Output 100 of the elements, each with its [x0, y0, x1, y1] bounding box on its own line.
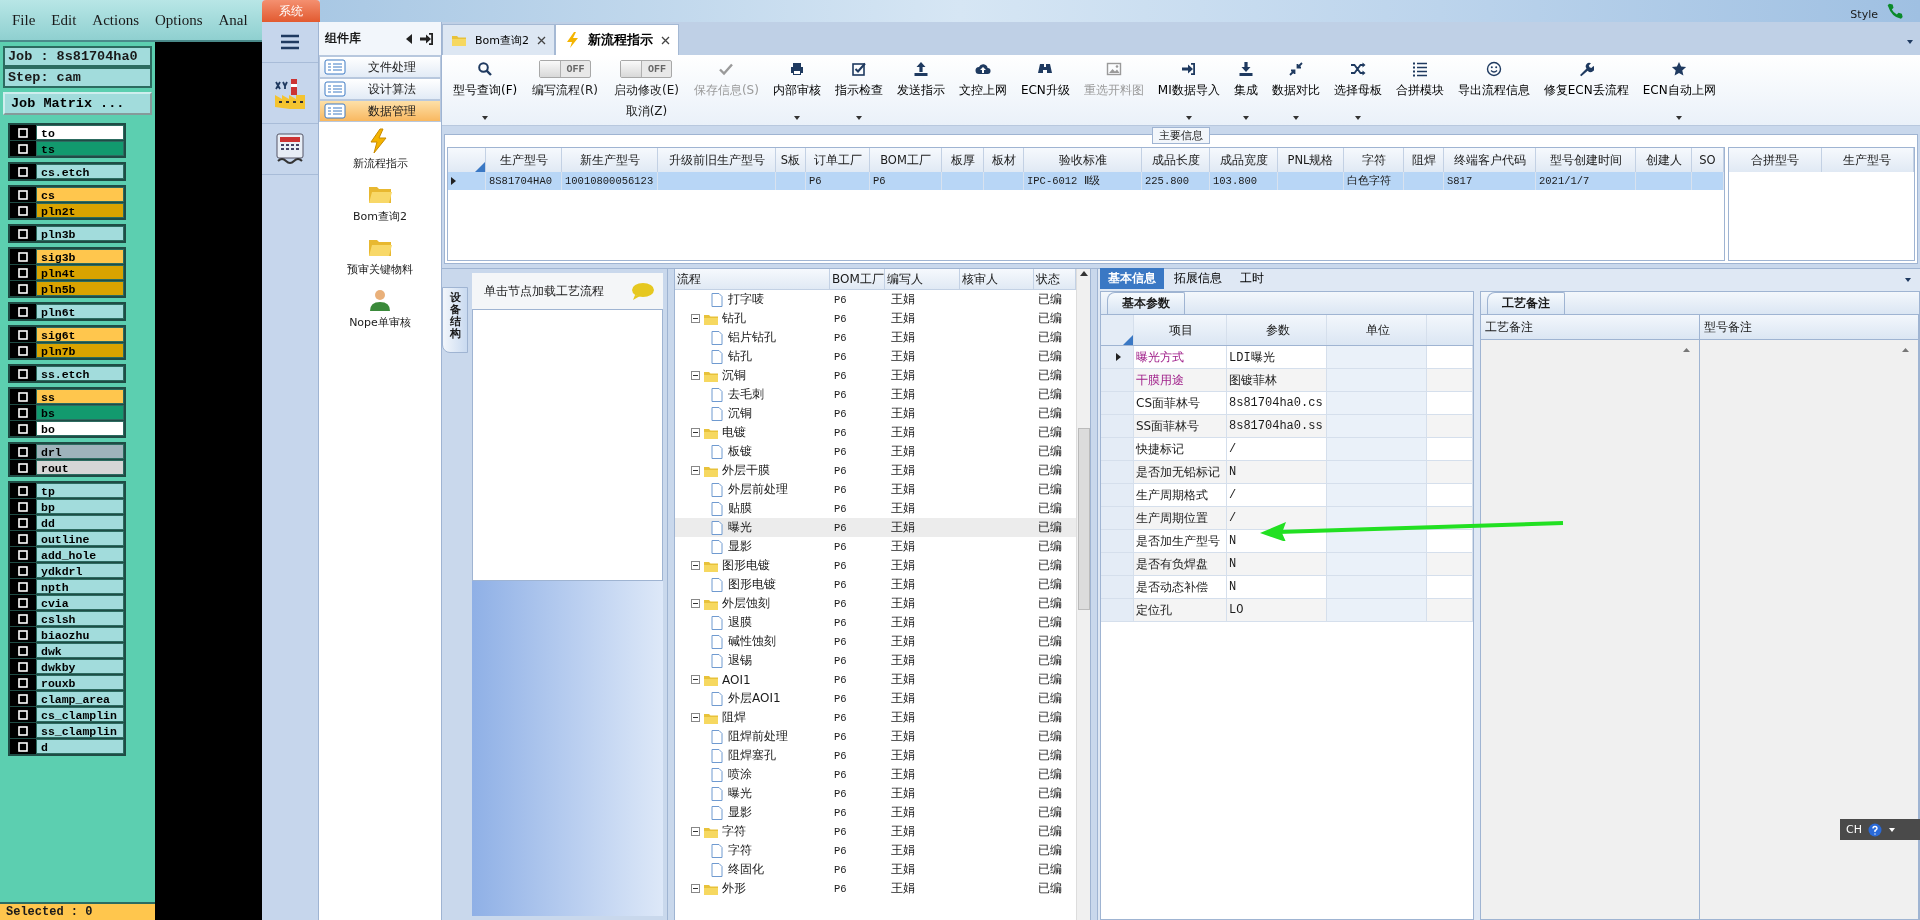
menu-item[interactable]: Actions	[92, 11, 139, 29]
tree-node[interactable]: 退膜	[728, 614, 752, 631]
column-header[interactable]: 工艺备注	[1485, 318, 1533, 336]
layer-item[interactable]: dwkby	[36, 659, 124, 674]
tree-node[interactable]: 铝片钻孔	[728, 329, 776, 346]
column-header[interactable]: 板厚	[950, 152, 975, 168]
table-row[interactable]: 曝光方式 LDI曝光	[1101, 346, 1473, 369]
category-item[interactable]: 设计算法	[319, 78, 441, 100]
table-row[interactable]: 8S81704HA0 10010800056123 P6 P6 IPC-6012 Ⅱ级 225.800 103.800 白色字符 S817 2021/1/7	[448, 172, 1724, 190]
tree-node[interactable]: 电镀	[722, 424, 746, 441]
column-header[interactable]: 订单工厂	[813, 152, 862, 168]
column-header[interactable]: 项目	[1169, 321, 1193, 339]
column-header[interactable]: BOM工厂	[832, 270, 884, 288]
column-header[interactable]: 创建人	[1645, 152, 1682, 168]
tree-node[interactable]: 去毛刺	[728, 386, 764, 403]
module-item[interactable]: 预审关键物料	[347, 234, 413, 277]
tree-node[interactable]: 显影	[728, 538, 752, 555]
layer-item[interactable]: to	[36, 125, 124, 140]
tree-node[interactable]: 阻焊塞孔	[728, 747, 776, 764]
table-row[interactable]: 生产周期位置 /	[1101, 507, 1473, 530]
layer-item[interactable]: pln7b	[36, 343, 124, 358]
toggle-switch[interactable]: OFF	[539, 60, 592, 78]
toolbar-button[interactable]: 指示检查	[827, 55, 890, 125]
tree-node[interactable]: 外层AOI1	[728, 690, 781, 707]
table-row[interactable]: 生产周期格式 /	[1101, 484, 1473, 507]
toolbar-button[interactable]: 型号查询(F)	[446, 55, 525, 125]
column-header[interactable]: 合拼型号	[1750, 152, 1799, 168]
table-row[interactable]: 是否加无铅标记 N	[1101, 461, 1473, 484]
layer-item[interactable]: sig6t	[36, 327, 124, 342]
menu-item[interactable]: File	[12, 11, 36, 29]
toolbar-button[interactable]: ECN自动上网	[1635, 55, 1723, 125]
layer-item[interactable]: add_hole	[36, 547, 124, 562]
tree-node[interactable]: 碱性蚀刻	[728, 633, 776, 650]
column-header[interactable]: S板	[780, 152, 801, 168]
category-item[interactable]: 数据管理	[319, 100, 441, 122]
layer-item[interactable]: npth	[36, 579, 124, 594]
module-item[interactable]: Nope单审核	[349, 287, 411, 330]
tree-node[interactable]: 显影	[728, 804, 752, 821]
toolbar-button[interactable]: 修复ECN丢流程	[1536, 55, 1636, 125]
column-header[interactable]: 流程	[677, 270, 701, 288]
panel-tab[interactable]: 基本参数	[1107, 292, 1185, 314]
layer-item[interactable]: dwk	[36, 643, 124, 658]
category-item[interactable]: 文件处理	[319, 56, 441, 78]
table-row[interactable]: 定位孔 LO	[1101, 599, 1473, 622]
toolbar-button[interactable]: 发送指示	[889, 55, 952, 125]
selected-row[interactable]: 曝光 P6 王娟 已编	[675, 518, 1076, 537]
table-row[interactable]: SS面菲林号 8s81704ha0.ss	[1101, 415, 1473, 438]
column-header[interactable]: 升级前旧生产型号	[668, 152, 765, 168]
menu-item[interactable]: Anal	[218, 11, 248, 29]
tree-node[interactable]: 喷涂	[728, 766, 752, 783]
toolbar-button[interactable]: 合拼模块	[1388, 55, 1451, 125]
table-row[interactable]: CS面菲林号 8s81704ha0.cs	[1101, 392, 1473, 415]
column-header[interactable]: 阻焊	[1411, 152, 1436, 168]
vertical-tab[interactable]: 设备结构	[442, 287, 468, 353]
layer-item[interactable]: cvia	[36, 595, 124, 610]
layer-item[interactable]: clamp_area	[36, 691, 124, 706]
layer-item[interactable]: bo	[36, 421, 124, 436]
tree-node[interactable]: 沉铜	[728, 405, 752, 422]
detail-tab[interactable]: 拓展信息	[1166, 268, 1230, 289]
input-method-bar[interactable]: CH	[1840, 819, 1920, 840]
column-header[interactable]: 生产型号	[499, 152, 548, 168]
row-header[interactable]	[1101, 346, 1134, 368]
tree-node[interactable]: 图形电镀	[728, 576, 776, 593]
column-header[interactable]: 参数	[1265, 321, 1290, 339]
tree-node[interactable]: 贴膜	[728, 500, 752, 517]
toolbar-button[interactable]: 选择母板	[1326, 55, 1389, 125]
toolbar-button[interactable]: 集成	[1226, 55, 1265, 125]
layer-item[interactable]: bp	[36, 499, 124, 514]
tree-node[interactable]: 曝光	[728, 785, 752, 802]
layer-item[interactable]: ss	[36, 389, 124, 404]
column-header[interactable]: 新生产型号	[579, 152, 640, 168]
tree-node[interactable]: 阻焊	[722, 709, 746, 726]
layer-item[interactable]: sig3b	[36, 249, 124, 264]
column-header[interactable]: 板材	[991, 152, 1016, 168]
tree-node[interactable]: AOI1	[722, 672, 751, 687]
tree-node[interactable]: 外形	[722, 880, 746, 897]
layer-item[interactable]: cslsh	[36, 611, 124, 626]
document-tab[interactable]: Bom查询2	[442, 24, 555, 55]
tree-node[interactable]: 退锡	[728, 652, 752, 669]
tree-node[interactable]: 外层蚀刻	[722, 595, 770, 612]
layer-item[interactable]: ss.etch	[36, 366, 124, 381]
layer-item[interactable]: rouxb	[36, 675, 124, 690]
table-row[interactable]: 快捷标记 /	[1101, 438, 1473, 461]
detail-tab[interactable]: 基本信息	[1100, 268, 1164, 289]
column-header[interactable]: 型号备注	[1704, 318, 1752, 336]
column-header[interactable]: 生产型号	[1843, 152, 1892, 168]
column-header[interactable]: 核审人	[962, 270, 998, 288]
panel-tab[interactable]: 工艺备注	[1487, 292, 1565, 314]
tree-node[interactable]: 外层前处理	[728, 481, 788, 498]
layer-item[interactable]: outline	[36, 531, 124, 546]
toolbar-button[interactable]: 文控上网	[951, 55, 1014, 125]
layer-item[interactable]: ts	[36, 141, 124, 156]
tree-node[interactable]: 打字唛	[728, 291, 764, 308]
layer-item[interactable]: pln3b	[36, 226, 124, 241]
toolbar-button[interactable]: MI数据导入	[1150, 55, 1227, 125]
layer-item[interactable]: d	[36, 739, 124, 754]
column-header[interactable]: SO	[1699, 153, 1716, 167]
layer-item[interactable]: tp	[36, 483, 124, 498]
layer-item[interactable]: drl	[36, 444, 124, 459]
layer-item[interactable]: ss_clamplin	[36, 723, 124, 738]
